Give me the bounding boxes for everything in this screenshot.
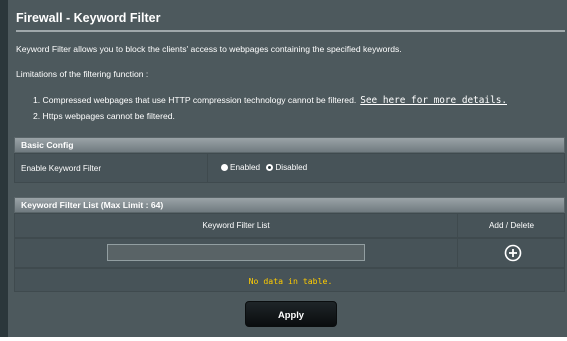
see-details-link[interactable]: See here for more details. — [360, 95, 507, 106]
keyword-table-empty-row: No data in table. — [14, 268, 565, 292]
column-header-add-delete: Add / Delete — [488, 221, 535, 230]
intro-text: Keyword Filter allows you to block the c… — [16, 44, 402, 54]
column-divider — [457, 239, 458, 267]
basic-config-header: Basic Config — [14, 137, 565, 153]
enable-keyword-filter-row: Enable Keyword Filter Enabled Disabled — [14, 153, 565, 183]
apply-button[interactable]: Apply — [245, 301, 337, 327]
empty-table-message: No data in table. — [248, 276, 333, 286]
limitation-item-1: 1. Compressed webpages that use HTTP com… — [33, 95, 507, 106]
basic-config-header-label: Basic Config — [21, 140, 74, 150]
keyword-table-column-headers: Keyword Filter List Add / Delete — [14, 213, 565, 238]
limitation-item-1-text: 1. Compressed webpages that use HTTP com… — [33, 95, 357, 105]
page-title: Firewall - Keyword Filter — [16, 11, 161, 25]
column-header-keyword-list: Keyword Filter List — [202, 221, 270, 230]
limitation-item-2: 2. Https webpages cannot be filtered. — [33, 111, 175, 121]
title-divider — [16, 30, 565, 32]
disabled-radio-label[interactable]: Disabled — [275, 163, 307, 172]
keyword-list-header-label: Keyword Filter List (Max Limit : 64) — [21, 200, 164, 210]
enable-radio-group: Enabled Disabled — [221, 163, 311, 172]
keyword-list-header: Keyword Filter List (Max Limit : 64) — [14, 197, 565, 213]
limitations-heading: Limitations of the filtering function : — [16, 69, 149, 79]
enabled-radio[interactable] — [221, 164, 228, 171]
enable-keyword-filter-label: Enable Keyword Filter — [21, 164, 102, 173]
keyword-input-row — [14, 238, 565, 268]
row-divider — [207, 154, 208, 182]
keyword-input[interactable] — [107, 244, 365, 261]
disabled-radio[interactable] — [266, 164, 274, 171]
plus-circle-icon[interactable] — [504, 244, 522, 262]
enabled-radio-label[interactable]: Enabled — [230, 163, 260, 172]
